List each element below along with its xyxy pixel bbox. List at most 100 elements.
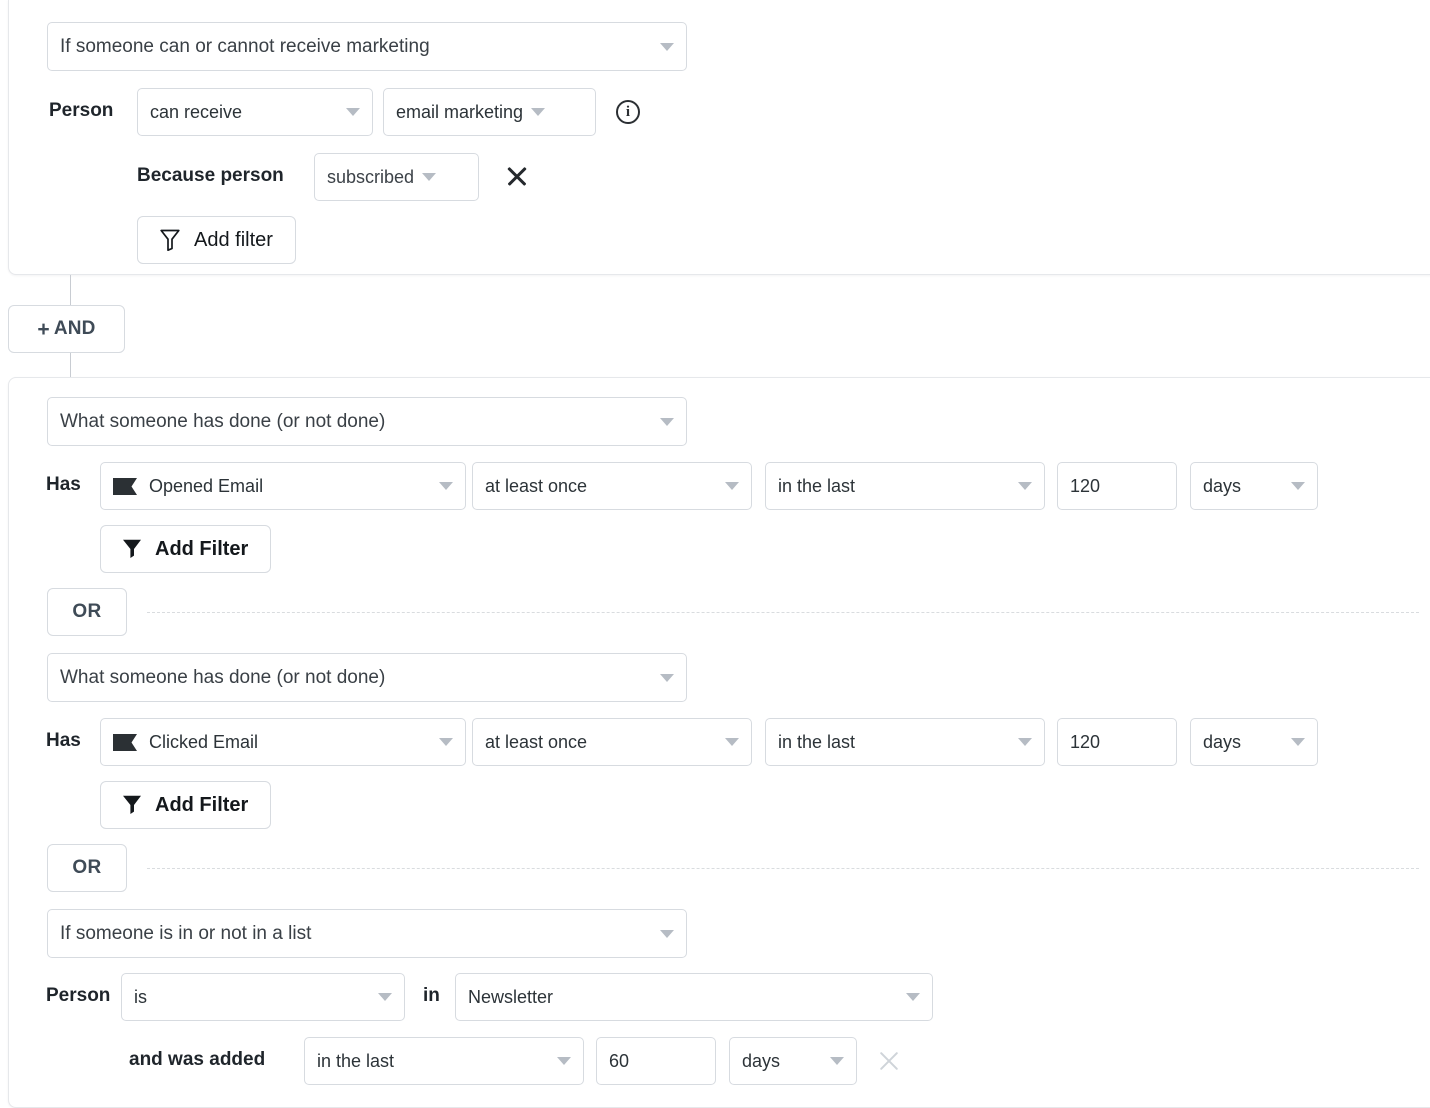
added-unit-value: days [742, 1050, 781, 1071]
condition-group-activity: What someone has done (or not done) Has … [8, 377, 1430, 1108]
chevron-down-icon [1018, 482, 1032, 490]
chevron-down-icon [725, 482, 739, 490]
chevron-down-icon [378, 993, 392, 1001]
has-label-opened: Has [46, 474, 81, 495]
condition-type-select-list[interactable]: If someone is in or not in a list [47, 909, 687, 958]
add-filter-label: Add filter [194, 228, 273, 251]
amount-value: 120 [1070, 731, 1101, 752]
or-button-label: OR [72, 857, 102, 878]
list-name-value: Newsletter [468, 986, 554, 1007]
frequency-select-opened[interactable]: at least once [472, 462, 752, 510]
frequency-value: at least once [485, 731, 588, 752]
chevron-down-icon [422, 173, 437, 181]
list-name-select[interactable]: Newsletter [455, 973, 933, 1021]
condition-type-value: What someone has done (or not done) [60, 410, 386, 432]
flag-icon [113, 477, 137, 495]
person-label-list: Person [46, 985, 111, 1006]
funnel-solid-icon [123, 795, 141, 814]
chevron-down-icon [725, 738, 739, 746]
condition-type-select-opened[interactable]: What someone has done (or not done) [47, 397, 687, 446]
unit-value: days [1203, 475, 1242, 496]
condition-type-value: If someone can or cannot receive marketi… [60, 35, 430, 57]
and-button-label: AND [53, 318, 96, 339]
chevron-down-icon [660, 42, 674, 51]
or-button-label: OR [72, 601, 102, 622]
metric-value: Opened Email [149, 475, 264, 496]
marketing-channel-select[interactable]: email marketing [383, 88, 596, 136]
added-amount-input[interactable]: 60 [596, 1037, 716, 1085]
person-label: Person [49, 100, 114, 121]
condition-type-select-clicked[interactable]: What someone has done (or not done) [47, 653, 687, 702]
info-icon[interactable]: i [616, 100, 640, 124]
frequency-value: at least once [485, 475, 588, 496]
chevron-down-icon [346, 108, 360, 116]
funnel-outline-icon [160, 229, 180, 251]
metric-value: Clicked Email [149, 731, 259, 752]
condition-type-value: What someone has done (or not done) [60, 666, 386, 688]
or-button[interactable]: OR [47, 588, 127, 636]
chevron-down-icon [906, 993, 920, 1001]
chevron-down-icon [531, 108, 546, 116]
or-button[interactable]: OR [47, 844, 127, 892]
marketing-ability-value: can receive [150, 101, 243, 122]
add-filter-button-clicked[interactable]: Add Filter [100, 781, 272, 829]
add-filter-label: Add Filter [155, 793, 249, 816]
or-divider-line [147, 611, 1419, 613]
condition-group-marketing: If someone can or cannot receive marketi… [8, 0, 1430, 275]
or-divider-1: OR [47, 588, 1419, 636]
funnel-solid-icon [123, 539, 141, 558]
added-unit-select[interactable]: days [729, 1037, 857, 1085]
chevron-down-icon [1018, 738, 1032, 746]
and-was-added-label: and was added [129, 1049, 266, 1070]
in-joiner-label: in [423, 985, 440, 1006]
remove-reason-button[interactable] [503, 162, 531, 190]
chevron-down-icon [660, 417, 674, 426]
chevron-down-icon [557, 1057, 571, 1065]
or-divider-line [147, 867, 1419, 869]
chevron-down-icon [439, 738, 453, 746]
timeframe-select-opened[interactable]: in the last [765, 462, 1045, 510]
chevron-down-icon [660, 673, 674, 682]
has-label-clicked: Has [46, 730, 81, 751]
timeframe-value: in the last [778, 475, 856, 496]
metric-select-opened-email[interactable]: Opened Email [100, 462, 466, 510]
amount-input-opened[interactable]: 120 [1057, 462, 1177, 510]
amount-value: 120 [1070, 475, 1101, 496]
info-icon-glyph: i [625, 103, 631, 120]
chevron-down-icon [439, 482, 453, 490]
condition-type-value: If someone is in or not in a list [60, 922, 312, 944]
frequency-select-clicked[interactable]: at least once [472, 718, 752, 766]
condition-type-select-marketing[interactable]: If someone can or cannot receive marketi… [47, 22, 687, 71]
marketing-reason-value: subscribed [327, 166, 415, 187]
timeframe-select-clicked[interactable]: in the last [765, 718, 1045, 766]
marketing-ability-select[interactable]: can receive [137, 88, 373, 136]
segment-builder-canvas: If someone can or cannot receive marketi… [0, 0, 1430, 1108]
connector-line-bottom [70, 352, 71, 378]
connector-line-top [70, 275, 71, 307]
add-filter-label: Add Filter [155, 537, 249, 560]
add-and-group-button[interactable]: + AND [8, 305, 125, 353]
chevron-down-icon [660, 929, 674, 938]
chevron-down-icon [830, 1057, 844, 1065]
remove-added-row-button[interactable] [875, 1047, 903, 1075]
unit-select-clicked[interactable]: days [1190, 718, 1318, 766]
chevron-down-icon [1291, 482, 1305, 490]
added-amount-value: 60 [609, 1050, 630, 1071]
metric-select-clicked-email[interactable]: Clicked Email [100, 718, 466, 766]
because-person-label: Because person [137, 165, 284, 186]
or-divider-2: OR [47, 844, 1419, 892]
added-timeframe-value: in the last [317, 1050, 395, 1071]
marketing-channel-value: email marketing [396, 101, 524, 122]
timeframe-value: in the last [778, 731, 856, 752]
add-filter-button-opened[interactable]: Add Filter [100, 525, 272, 573]
unit-value: days [1203, 731, 1242, 752]
plus-icon: + [37, 317, 50, 341]
flag-icon [113, 733, 137, 751]
list-operator-select[interactable]: is [121, 973, 405, 1021]
add-filter-button-marketing[interactable]: Add filter [137, 216, 296, 264]
marketing-reason-select[interactable]: subscribed [314, 153, 479, 201]
unit-select-opened[interactable]: days [1190, 462, 1318, 510]
list-operator-value: is [134, 986, 147, 1007]
amount-input-clicked[interactable]: 120 [1057, 718, 1177, 766]
added-timeframe-select[interactable]: in the last [304, 1037, 584, 1085]
